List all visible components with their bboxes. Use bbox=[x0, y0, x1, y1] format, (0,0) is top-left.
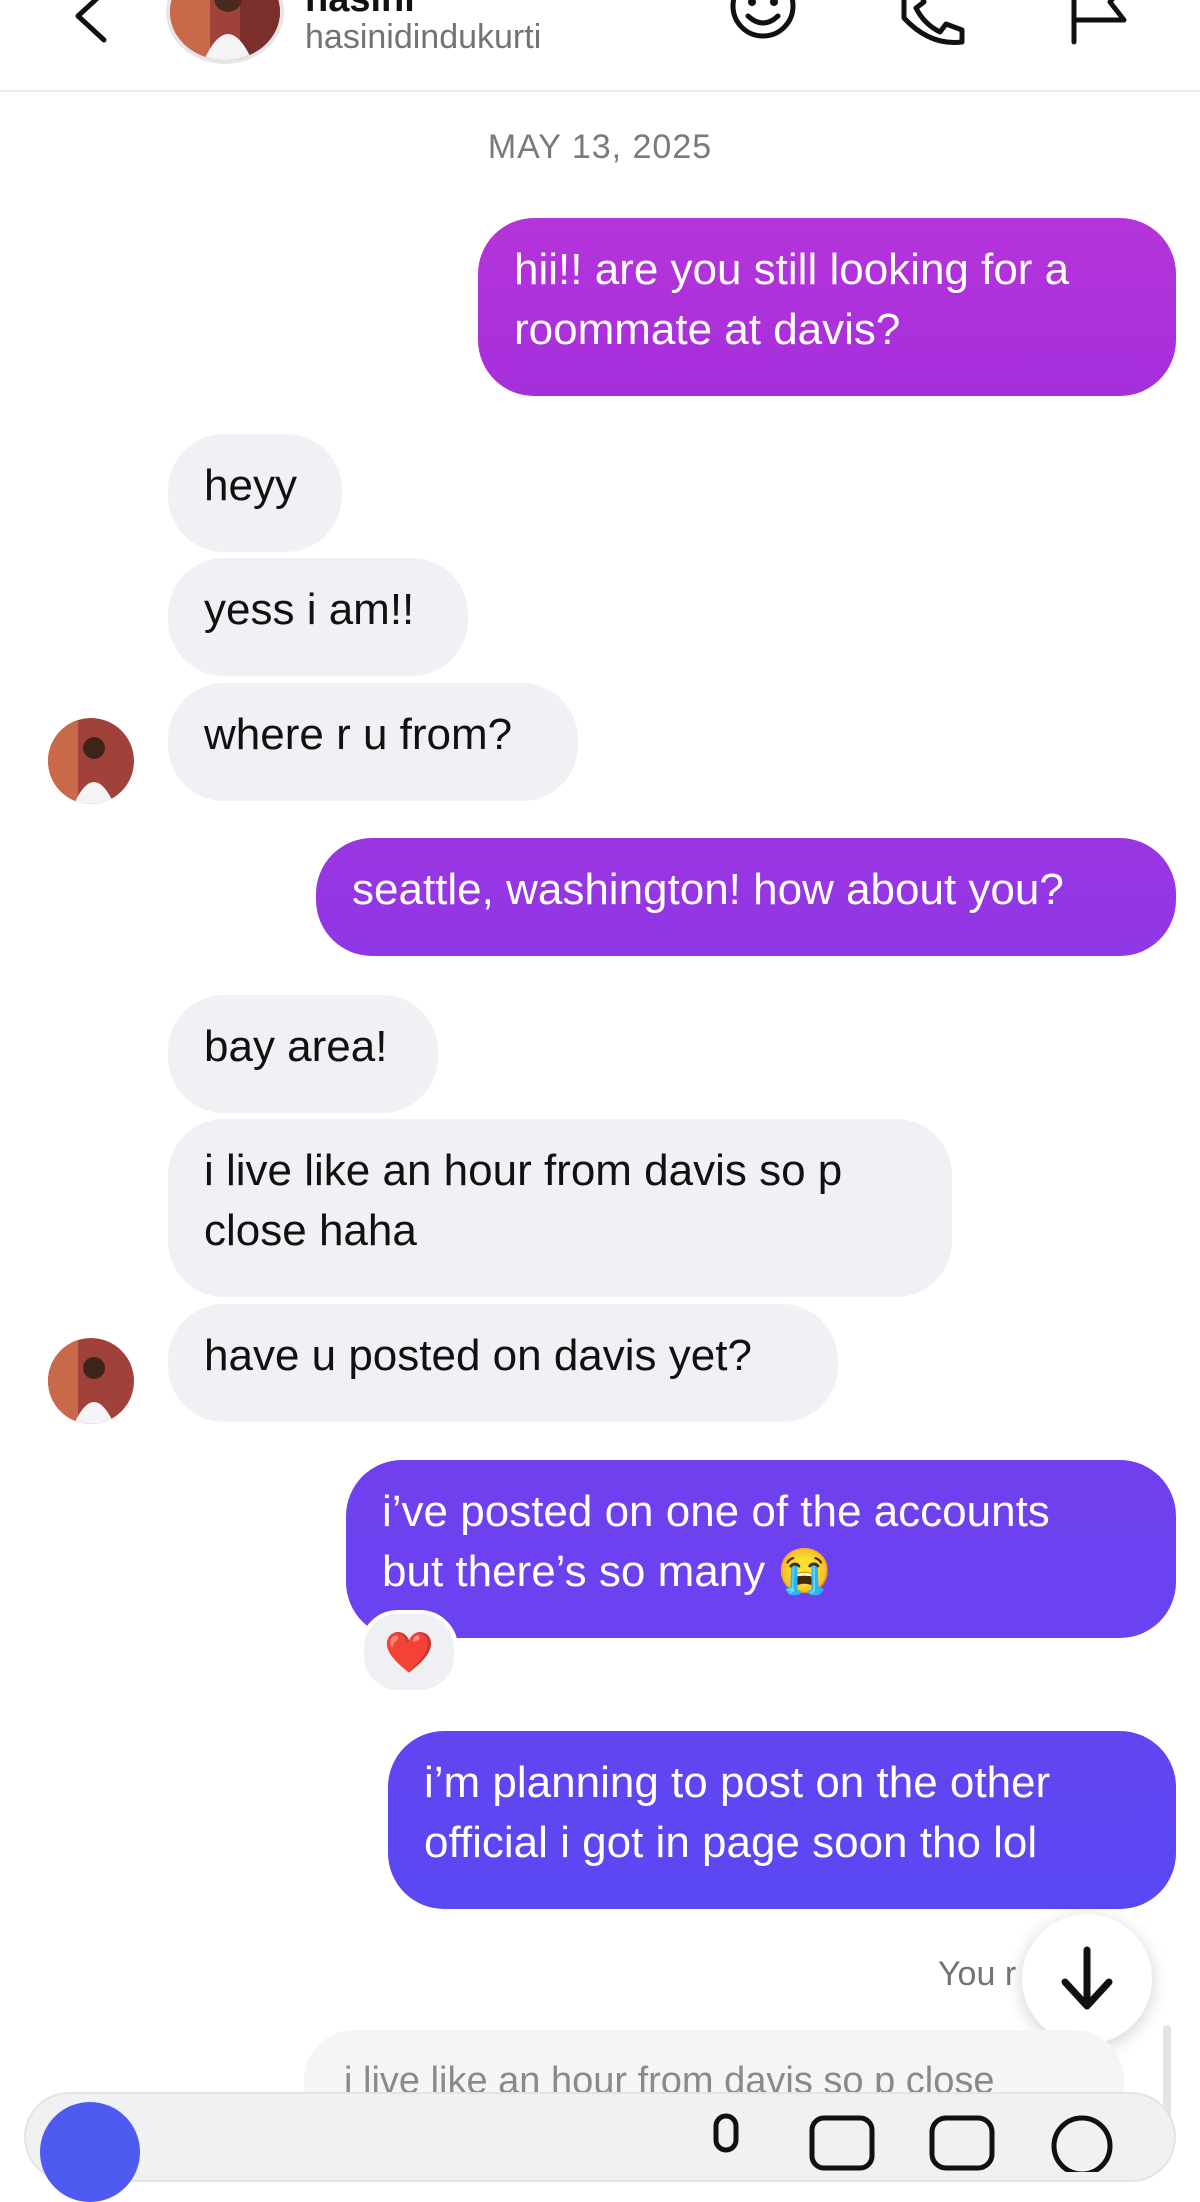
camera-icon[interactable] bbox=[40, 2102, 140, 2202]
seen-status: You r bbox=[938, 1955, 1017, 1993]
sent-message[interactable]: seattle, washington! how about you? bbox=[316, 838, 1176, 956]
phone-icon[interactable] bbox=[890, 0, 972, 50]
arrow-down-icon bbox=[1061, 1946, 1113, 2010]
sticker-icon[interactable] bbox=[926, 2112, 998, 2172]
scroll-to-bottom-button[interactable] bbox=[1022, 1914, 1152, 2044]
chat-header: hasini hasinidindukurti bbox=[0, 0, 1200, 92]
received-message[interactable]: yess i am!! bbox=[168, 558, 468, 676]
sent-message[interactable]: hii!! are you still looking for a roomma… bbox=[478, 218, 1176, 396]
received-message[interactable]: have u posted on davis yet? bbox=[168, 1304, 838, 1422]
sticker-icon[interactable] bbox=[722, 0, 804, 50]
sent-message[interactable]: i’m planning to post on the other offici… bbox=[388, 1731, 1176, 1909]
photo-icon[interactable] bbox=[806, 2112, 878, 2172]
plus-icon[interactable] bbox=[1046, 2112, 1118, 2172]
back-icon[interactable] bbox=[64, 0, 124, 48]
header-username[interactable]: hasinidindukurti bbox=[305, 18, 541, 57]
sent-message[interactable]: i’ve posted on one of the accounts but t… bbox=[346, 1460, 1176, 1638]
flag-icon[interactable] bbox=[1058, 0, 1140, 50]
sender-avatar[interactable] bbox=[48, 718, 134, 804]
received-message[interactable]: heyy bbox=[168, 434, 342, 552]
mic-icon[interactable] bbox=[690, 2112, 762, 2172]
received-message[interactable]: bay area! bbox=[168, 995, 438, 1113]
sender-avatar[interactable] bbox=[48, 1338, 134, 1424]
header-avatar[interactable] bbox=[166, 0, 284, 64]
received-message[interactable]: where r u from? bbox=[168, 683, 578, 801]
heart-reaction[interactable]: ❤️ bbox=[360, 1610, 458, 1694]
received-message[interactable]: i live like an hour from davis so p clos… bbox=[168, 1119, 952, 1297]
date-separator: MAY 13, 2025 bbox=[487, 128, 713, 166]
message-composer[interactable] bbox=[24, 2092, 1176, 2182]
